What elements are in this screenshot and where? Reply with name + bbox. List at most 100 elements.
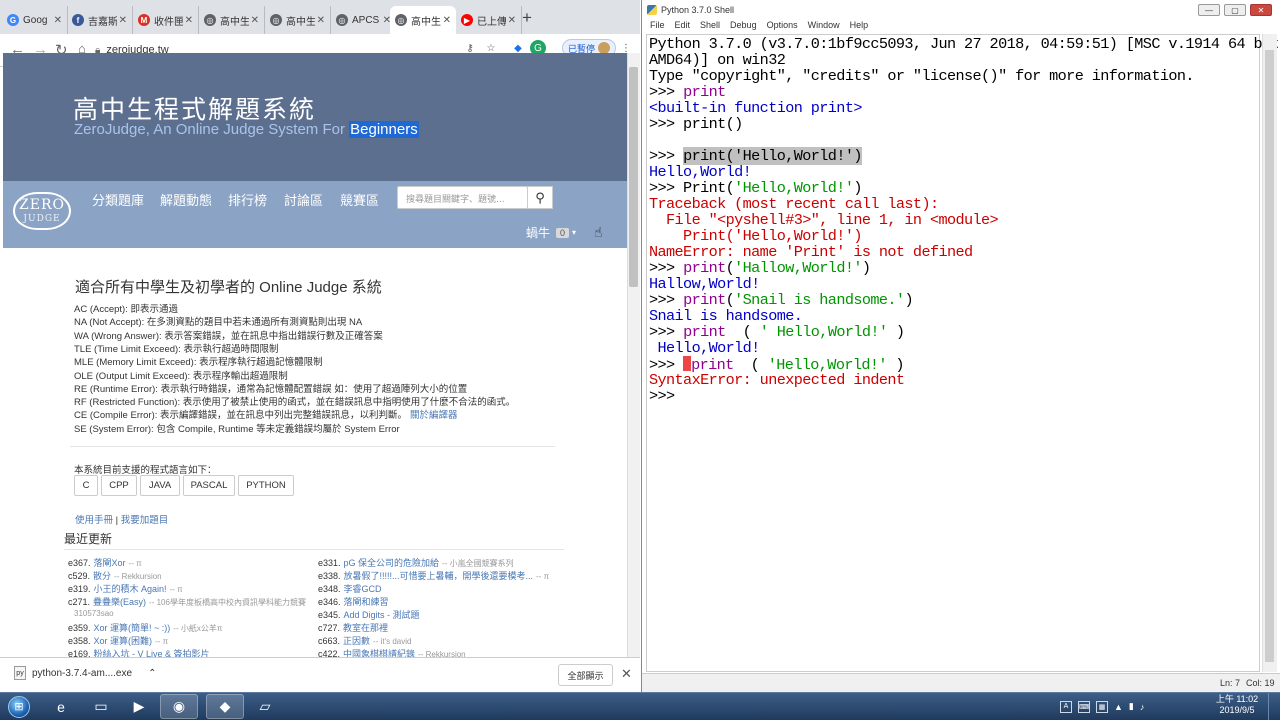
tray-input-icon[interactable]: ⌨ — [1078, 700, 1090, 713]
idle-maximize-button[interactable]: ▢ — [1224, 4, 1246, 16]
python-icon[interactable]: ◆ — [206, 694, 244, 719]
divider — [70, 446, 555, 447]
browser-tab[interactable]: ◎ 高中生 ✕ — [390, 6, 456, 34]
menu-forum[interactable]: 討論區 — [284, 190, 323, 209]
new-tab-button[interactable]: + — [522, 8, 532, 28]
tab-close-icon[interactable]: ✕ — [185, 15, 193, 26]
problem-title[interactable]: 教室在那裡 — [343, 623, 388, 633]
browser-tab[interactable]: ◎ 高中生 ✕ — [265, 6, 331, 34]
taskbar-clock[interactable]: 上午 11:02 2019/9/5 — [1212, 694, 1262, 716]
media-player-icon[interactable]: ▶ — [120, 694, 158, 719]
lang-python[interactable]: PYTHON — [238, 475, 294, 496]
tab-close-icon[interactable]: ✕ — [251, 15, 259, 26]
tray-chevron-icon[interactable]: ▲ — [1114, 702, 1123, 712]
lang-c[interactable]: C — [74, 475, 98, 496]
menu-problems[interactable]: 分類題庫 — [92, 190, 144, 209]
globe-icon: ◎ — [204, 14, 216, 26]
recent-item[interactable]: c271. 疊疊樂(Easy) -- 106學年度板橋高中校內資訊學科能力競賽 — [68, 595, 306, 608]
user-menu[interactable]: 蝸牛 0 ▾ — [526, 224, 576, 241]
compiler-info-link[interactable]: 關於編譯器 — [410, 410, 458, 421]
lang-java[interactable]: JAVA — [140, 475, 180, 496]
menu-help[interactable]: Help — [850, 20, 869, 33]
menu-edit[interactable]: Edit — [675, 20, 691, 33]
menu-window[interactable]: Window — [808, 20, 840, 33]
recent-item[interactable]: e319. 小王的積木 Again! -- π — [68, 582, 183, 595]
problem-id: c663. — [318, 636, 341, 646]
recent-item[interactable]: c727. 教室在那裡 — [318, 621, 391, 634]
problem-title[interactable]: 疊疊樂(Easy) — [93, 597, 146, 607]
browser-tab[interactable]: M 收件匣 ✕ — [133, 6, 199, 34]
browser-tab[interactable]: G Goog ✕ — [2, 6, 68, 34]
show-desktop-button[interactable] — [1268, 693, 1280, 720]
clock-date: 2019/9/5 — [1219, 705, 1255, 715]
problem-title[interactable]: 放暑假了!!!!!...可惜要上暑輔，開學後還要模考... — [344, 571, 534, 581]
recent-item[interactable]: e359. Xor 運算(簡單! ~ :)) -- 小紙x公羊π — [68, 621, 222, 634]
menu-options[interactable]: Options — [767, 20, 798, 33]
recent-item[interactable]: e358. Xor 運算(困難) -- π — [68, 634, 168, 647]
problem-title[interactable]: Xor 運算(簡單! ~ :)) — [94, 623, 171, 633]
problem-title[interactable]: 正因數 — [343, 636, 370, 646]
menu-debug[interactable]: Debug — [730, 20, 757, 33]
menu-ranking[interactable]: 排行榜 — [228, 190, 267, 209]
menu-shell[interactable]: Shell — [700, 20, 720, 33]
browser-tab[interactable]: ▶ 已上傳 ✕ — [456, 6, 522, 34]
tray-a-icon[interactable]: A — [1060, 700, 1072, 713]
recent-item[interactable]: c663. 正因數 -- it's david — [318, 634, 411, 647]
problem-title[interactable]: 小王的積木 Again! — [94, 584, 167, 594]
languages-heading: 本系統目前支援的程式語言如下： — [74, 465, 217, 476]
recent-item[interactable]: e367. 落閘Xor -- π — [68, 556, 142, 569]
problem-title[interactable]: Add Digits - 測試題 — [344, 610, 420, 620]
recent-item[interactable]: e345. Add Digits - 測試題 — [318, 608, 423, 621]
recent-item[interactable]: e348. 李睿GCD — [318, 582, 385, 595]
lang-pascal[interactable]: PASCAL — [183, 475, 235, 496]
verdict-item: SE (System Error): 包含 Compile, Runtime 等… — [74, 421, 400, 435]
show-all-downloads-button[interactable]: 全部顯示 — [558, 664, 613, 686]
problem-title[interactable]: 散分 — [93, 571, 111, 581]
tab-close-icon[interactable]: ✕ — [443, 15, 451, 26]
ie-icon[interactable]: e — [42, 694, 80, 719]
tab-close-icon[interactable]: ✕ — [317, 15, 325, 26]
tab-close-icon[interactable]: ✕ — [508, 15, 516, 26]
recent-item[interactable]: 310573sao — [68, 608, 114, 618]
menu-contest[interactable]: 競賽區 — [340, 190, 379, 209]
browser-tab[interactable]: ◎ 高中生 ✕ — [199, 6, 265, 34]
idle-minimize-button[interactable]: — — [1198, 4, 1220, 16]
problem-title[interactable]: Xor 運算(困難) — [94, 636, 153, 646]
problem-id: e359. — [68, 623, 91, 633]
recent-item[interactable]: e331. pG 保全公司的危險加給 -- 小嵐全國競賽系列 — [318, 556, 514, 569]
problem-title[interactable]: pG 保全公司的危險加給 — [344, 558, 440, 568]
zerojudge-logo[interactable]: ZERO JUDGE — [13, 192, 71, 230]
shell-line: SyntaxError: unexpected indent — [649, 372, 905, 388]
tray-keyboard-icon[interactable]: ▦ — [1096, 700, 1108, 713]
shell-scrollbar-thumb[interactable] — [1265, 50, 1274, 662]
download-item[interactable]: py python-3.7.4-am....exe ⌃ — [14, 666, 156, 680]
shell-line: >>> print — [649, 84, 726, 100]
search-icon[interactable]: ⚲ — [527, 186, 553, 209]
start-button[interactable]: ⊞ — [2, 693, 36, 720]
explorer-icon[interactable]: ▭ — [82, 694, 120, 719]
problem-title[interactable]: 落閘Xor — [94, 558, 126, 568]
menu-status[interactable]: 解題動態 — [160, 190, 212, 209]
recent-item[interactable]: e338. 放暑假了!!!!!...可惜要上暑輔，開學後還要模考... -- π — [318, 569, 549, 582]
idle-close-button[interactable]: ✕ — [1250, 4, 1272, 16]
add-problem-link[interactable]: 我要加題目 — [121, 515, 169, 526]
problem-title[interactable]: 落閘和練習 — [344, 597, 389, 607]
problem-title[interactable]: 李睿GCD — [344, 584, 382, 594]
download-bar-close-icon[interactable]: ✕ — [621, 666, 632, 682]
menu-file[interactable]: File — [650, 20, 665, 33]
browser-tab[interactable]: ◎ APCS ✕ — [331, 6, 397, 34]
problem-search-input[interactable]: 搜尋題目關鍵字、題號... — [397, 186, 528, 209]
browser-tab[interactable]: f 吉嘉斯 ✕ — [67, 6, 133, 34]
chrome-icon[interactable]: ◉ — [160, 694, 198, 719]
tab-close-icon[interactable]: ✕ — [119, 15, 127, 26]
recent-item[interactable]: c529. 散分 -- Rekkursion — [68, 569, 162, 582]
lang-cpp[interactable]: CPP — [101, 475, 137, 496]
manual-link[interactable]: 使用手冊 — [75, 515, 113, 526]
volume-icon[interactable]: ♪ — [1140, 702, 1145, 712]
recent-item[interactable]: e346. 落閘和練習 — [318, 595, 392, 608]
network-icon[interactable]: ▮ — [1129, 701, 1134, 712]
page-scrollbar-thumb[interactable] — [629, 67, 638, 287]
tab-close-icon[interactable]: ✕ — [54, 15, 62, 26]
chevron-up-icon[interactable]: ⌃ — [148, 668, 156, 679]
notes-icon[interactable]: ▱ — [246, 694, 284, 719]
